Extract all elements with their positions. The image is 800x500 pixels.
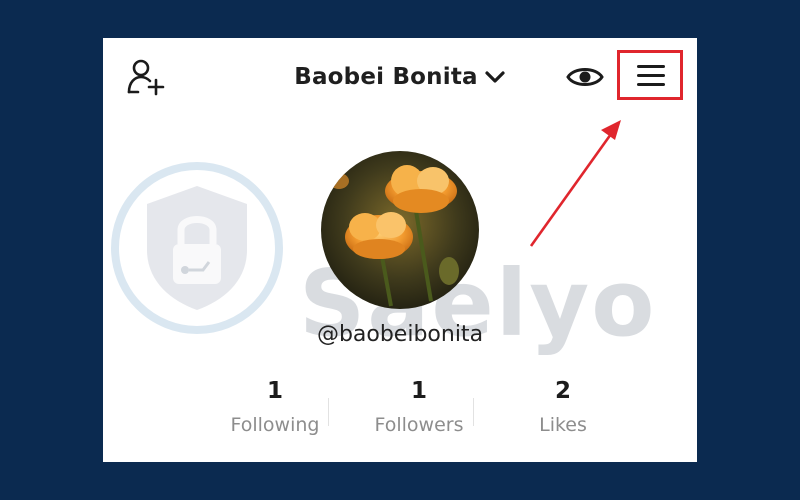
hamburger-menu-icon [637,65,665,68]
display-name: Baobei Bonita [294,64,478,90]
chevron-down-icon [485,71,505,83]
avatar[interactable] [321,151,479,309]
profile-screen: Baobei Bonita Saelyo @baobeibonita 1 Fol… [103,38,697,462]
following-label: Following [230,414,320,436]
likes-label: Likes [539,414,587,436]
stat-divider [473,398,474,426]
avatar-image [321,151,479,309]
likes-count: 2 [554,378,571,404]
followers-count: 1 [410,378,427,404]
shield-lock-icon [111,162,283,334]
followers-label: Followers [374,414,464,436]
username: @baobeibonita [316,322,484,347]
add-user-icon [127,59,165,96]
stat-divider [328,398,329,426]
stat-followers[interactable]: 1 Followers [347,378,491,436]
eye-icon [566,68,604,86]
menu-button[interactable] [617,50,683,100]
hamburger-menu-icon-line [637,83,665,86]
add-user-button[interactable] [125,58,169,98]
stat-likes[interactable]: 2 Likes [491,378,635,436]
profile-header: Baobei Bonita [103,38,697,116]
profile-views-button[interactable] [566,64,604,90]
following-count: 1 [266,378,283,404]
stat-following[interactable]: 1 Following [203,378,347,436]
account-switcher[interactable]: Baobei Bonita [293,62,507,92]
profile-stats: 1 Following 1 Followers 2 Likes [203,378,635,448]
hamburger-menu-icon-line [637,74,665,77]
